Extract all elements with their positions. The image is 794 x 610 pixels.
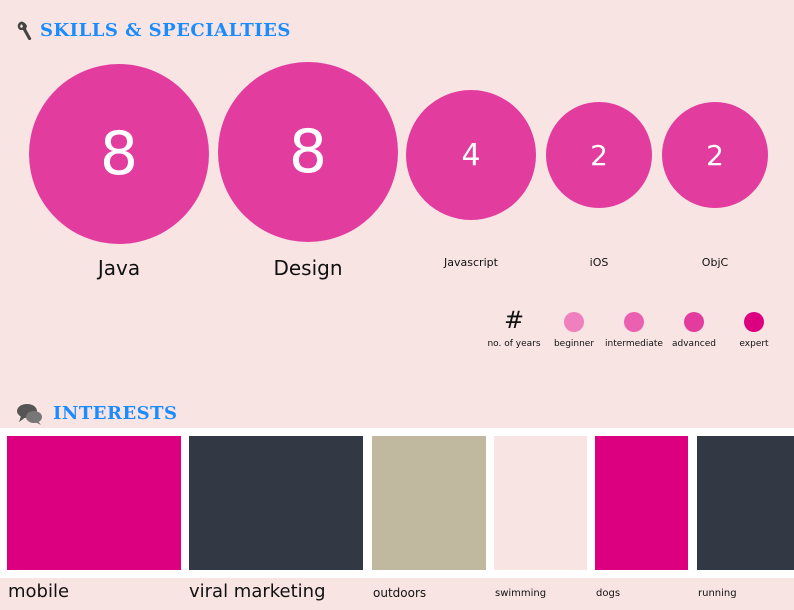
skill-circle-java: 8 [29, 64, 209, 244]
interest-label-running: running [698, 588, 737, 599]
skill-label-objc: ObjC [701, 256, 729, 269]
legend-label-years: no. of years [487, 339, 541, 349]
interest-tile-mobile [7, 436, 181, 570]
interest-tile-outdoors [372, 436, 486, 570]
legend-dot-beginner [564, 312, 584, 332]
legend-dot-intermediate [624, 312, 644, 332]
skill-label-java: Java [97, 256, 141, 280]
skill-circle-objc: 2 [662, 102, 768, 208]
skill-label-javascript: Javascript [444, 256, 498, 269]
legend-label-beginner: beginner [553, 339, 595, 349]
skill-circle-design: 8 [218, 62, 398, 242]
hash-symbol: # [503, 306, 525, 334]
skills-title: SKILLS & SPECIALTIES [40, 20, 291, 41]
interest-tile-dogs [595, 436, 688, 570]
interest-tile-viral-marketing [189, 436, 363, 570]
skill-circle-ios: 2 [546, 102, 652, 208]
skill-label-design: Design [273, 256, 343, 280]
skill-years: 8 [288, 117, 328, 187]
skill-years: 8 [99, 119, 139, 189]
legend-label-advanced: advanced [672, 339, 716, 349]
wrench-icon [17, 21, 32, 41]
legend-dot-expert [744, 312, 764, 332]
legend-dot-advanced [684, 312, 704, 332]
interest-label-outdoors: outdoors [373, 586, 427, 600]
chat-bubbles-icon [17, 404, 42, 425]
skill-years: 4 [461, 137, 481, 173]
interest-label-mobile: mobile [8, 581, 70, 602]
interest-tile-running [697, 436, 794, 570]
interest-tile-swimming [494, 436, 587, 570]
interest-label-dogs: dogs [596, 588, 621, 599]
interest-label-swimming: swimming [495, 588, 547, 599]
skill-circle-javascript: 4 [406, 90, 536, 220]
skill-years: 2 [590, 138, 608, 172]
skills-legend: # no. of years beginner intermediate adv… [480, 305, 794, 355]
skill-label-ios: iOS [589, 256, 609, 269]
legend-label-expert: expert [739, 339, 769, 349]
interest-label-viral-marketing: viral marketing [189, 581, 326, 602]
interests-title: INTERESTS [53, 403, 178, 424]
skill-years: 2 [706, 138, 724, 172]
legend-label-intermediate: intermediate [605, 339, 663, 349]
